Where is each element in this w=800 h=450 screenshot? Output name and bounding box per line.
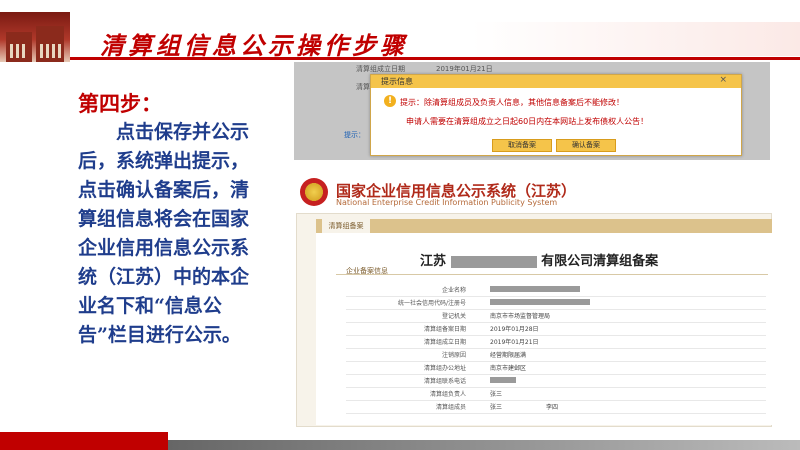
row-label: 清算组成立日期 — [423, 339, 466, 346]
row-value: 2019年01月28日 — [490, 326, 539, 333]
info-row: 清算组负责人 张三 — [346, 387, 766, 401]
header-logo — [0, 12, 70, 62]
row-value: 张三 — [490, 404, 503, 411]
tab-liquidation-filing[interactable]: 清算组备案 — [322, 219, 370, 233]
footer-accent — [0, 432, 168, 450]
row-value: 经营期限届满 — [490, 352, 527, 359]
dialog-message-2: 申请人需要在清算组成立之日起60日内在本网站上发布债权人公告！ — [406, 117, 649, 126]
row-label: 清算组负责人 — [429, 391, 466, 398]
dialog-message-1: 提示：除清算组成员及负责人信息，其他信息备案后不能修改！ — [400, 98, 624, 107]
redacted-block — [450, 255, 537, 268]
dialog-title: 提示信息 — [381, 77, 413, 86]
bg-date: 2019年01月21日 — [436, 65, 493, 73]
footer-bar — [168, 440, 800, 450]
redacted-block — [490, 377, 516, 383]
info-row: 清算组备案日期 2019年01月28日 — [346, 322, 766, 336]
bg-label: 提示： — [344, 131, 365, 139]
info-row: 企业名称 — [346, 283, 766, 297]
bg-label: 清算组成立日期 — [356, 65, 405, 73]
row-value: 2019年01月21日 — [490, 339, 539, 346]
info-row: 注销原因 经营期限届满 — [346, 348, 766, 362]
redacted-block — [490, 299, 590, 305]
row-value: 张三 — [490, 391, 503, 398]
tab-bar — [316, 219, 772, 233]
close-icon[interactable]: × — [719, 75, 727, 85]
filing-title-suffix: 有限公司清算组备案 — [541, 254, 659, 269]
dialog-header: 提示信息 × — [371, 75, 741, 88]
info-row: 清算组成立日期 2019年01月21日 — [346, 335, 766, 349]
row-label: 注销原因 — [441, 352, 466, 359]
row-value-2: 李四 — [546, 404, 559, 411]
row-label: 统一社会信用代码/注册号 — [397, 300, 466, 307]
title-divider — [70, 57, 800, 60]
step-title: 第四步： — [78, 91, 162, 116]
row-label: 清算组备案日期 — [423, 326, 466, 333]
row-label: 企业名称 — [441, 287, 466, 294]
row-label: 清算组成员 — [435, 404, 466, 411]
national-emblem-icon — [300, 178, 328, 206]
redacted-block — [490, 286, 580, 292]
info-row: 统一社会信用代码/注册号 — [346, 296, 766, 310]
row-value: 南京市建邺区 — [490, 365, 527, 372]
info-row: 清算组联系电话 — [346, 374, 766, 388]
row-label: 清算组联系电话 — [423, 378, 466, 385]
info-row: 清算组办公地址 南京市建邺区 — [346, 361, 766, 375]
filing-title-prefix: 江苏 — [420, 254, 447, 269]
confirm-filing-button[interactable]: 确认备案 — [556, 139, 616, 152]
system-subtitle: National Enterprise Credit Information P… — [336, 198, 558, 207]
warning-icon: ! — [384, 95, 396, 107]
info-row: 登记机关 南京市市场监督管理局 — [346, 309, 766, 323]
row-value: 南京市市场监督管理局 — [490, 313, 551, 320]
info-row: 清算组成员 张三 李四 — [346, 400, 766, 414]
cancel-filing-button[interactable]: 取消备案 — [492, 139, 552, 152]
filing-title: 江苏 有限公司清算组备案 — [420, 250, 658, 269]
page-title: 清算组信息公示操作步骤 — [100, 31, 408, 60]
row-label: 清算组办公地址 — [423, 365, 466, 372]
step-description: 点击保存并公示后，系统弹出提示，点击确认备案后，清算组信息将会在国家企业信用信息… — [78, 121, 250, 346]
row-label: 登记机关 — [441, 313, 466, 320]
section-divider — [336, 274, 768, 275]
